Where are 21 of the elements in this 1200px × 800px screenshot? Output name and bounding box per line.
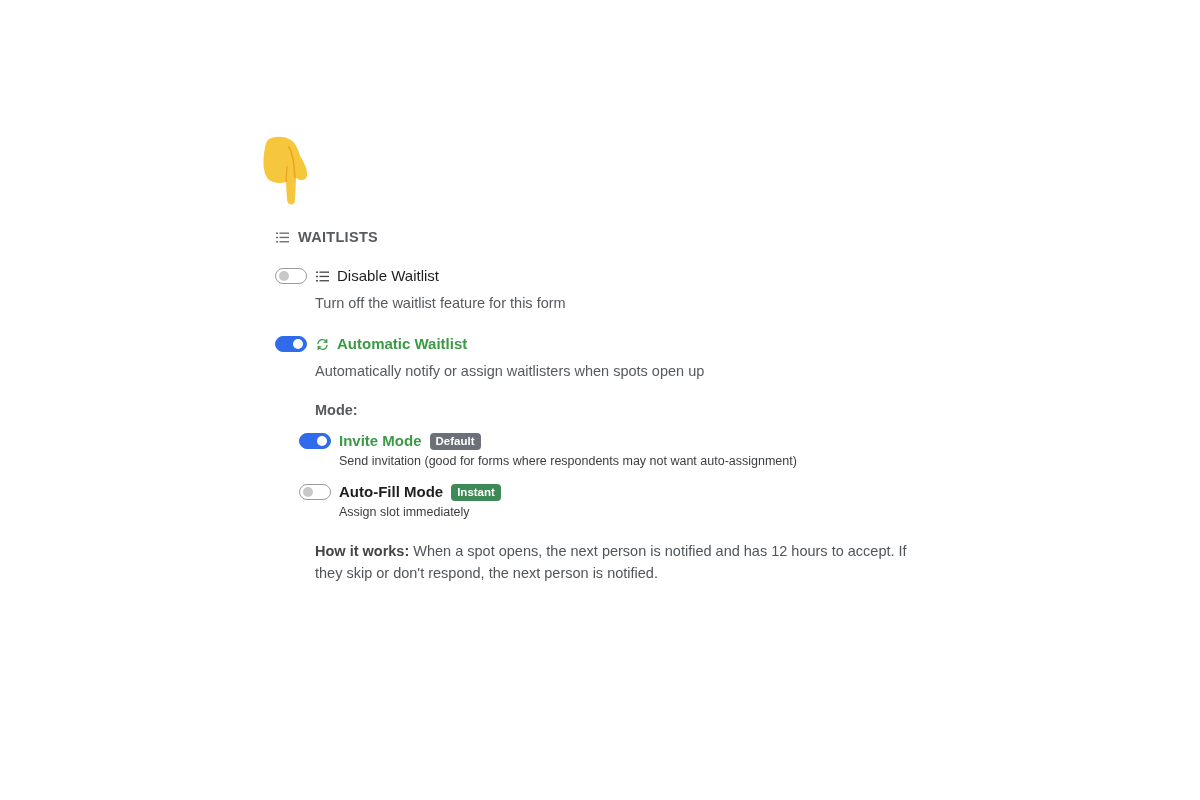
pointing-down-hand-icon	[262, 136, 308, 206]
mode-description: Send invitation (good for forms where respondents may not want auto-assignment)	[339, 453, 797, 470]
list-icon	[316, 269, 329, 283]
mode-badge: Instant	[451, 483, 501, 501]
option-description: Automatically notify or assign waitlisters when spots open up	[315, 362, 705, 381]
mode-label: Invite Mode	[339, 431, 422, 451]
refresh-icon	[316, 337, 329, 351]
toggle-switch[interactable]	[275, 336, 307, 352]
mode-badge: Default	[429, 432, 481, 450]
option-label: Disable Waitlist	[337, 266, 439, 286]
toggle-switch[interactable]	[275, 268, 307, 284]
how-it-works-note: How it works: When a spot opens, the next person is notified and has 12 hours to accept. If they skip or don't respond, the next person is notified.	[315, 542, 908, 583]
mode-label: Auto-Fill Mode	[339, 482, 444, 502]
toggle-switch[interactable]	[299, 433, 331, 449]
option-description: Turn off the waitlist feature for this form	[315, 294, 566, 313]
list-icon	[276, 231, 289, 243]
option-label: Automatic Waitlist	[337, 334, 468, 354]
mode-heading: Mode:	[315, 401, 358, 420]
toggle-switch[interactable]	[299, 484, 331, 500]
mode-description: Assign slot immediately	[339, 504, 470, 521]
section-title: WAITLISTS	[298, 228, 379, 247]
